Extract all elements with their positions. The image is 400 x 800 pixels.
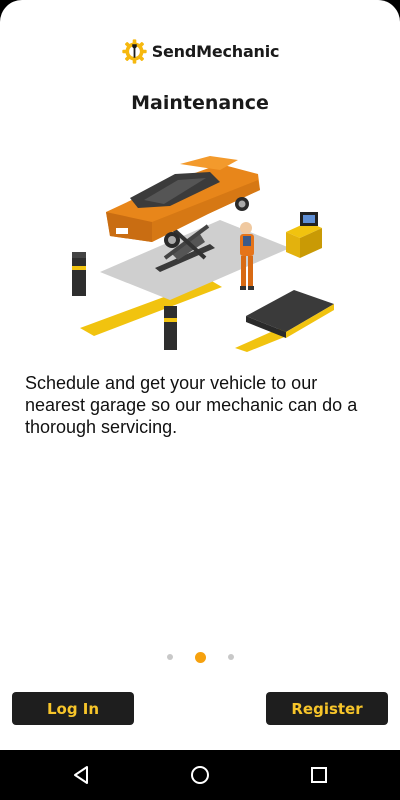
- back-icon[interactable]: [71, 764, 93, 786]
- brand-name: SendMechanic: [151, 41, 280, 61]
- onboarding-screen: SendMechanic Maintenance Schedule and ge…: [0, 0, 400, 750]
- app-logo: SendMechanic: [0, 37, 400, 65]
- page-indicator: [0, 651, 400, 663]
- car-lift-illustration: [72, 156, 334, 352]
- recents-icon[interactable]: [308, 764, 330, 786]
- page-dot-1[interactable]: [166, 654, 173, 660]
- gear-wrench-icon: [122, 38, 147, 64]
- home-icon[interactable]: [189, 764, 211, 786]
- system-navigation-bar: [0, 750, 400, 800]
- device-screen: SendMechanic Maintenance Schedule and ge…: [0, 0, 400, 800]
- page-dot-2-active[interactable]: [194, 651, 206, 663]
- page-title: Maintenance: [131, 92, 269, 114]
- login-button[interactable]: Log In: [12, 692, 134, 725]
- page-dot-3[interactable]: [227, 654, 234, 660]
- onboarding-description: Schedule and get your vehicle to our nea…: [25, 373, 358, 437]
- register-button[interactable]: Register: [266, 692, 388, 725]
